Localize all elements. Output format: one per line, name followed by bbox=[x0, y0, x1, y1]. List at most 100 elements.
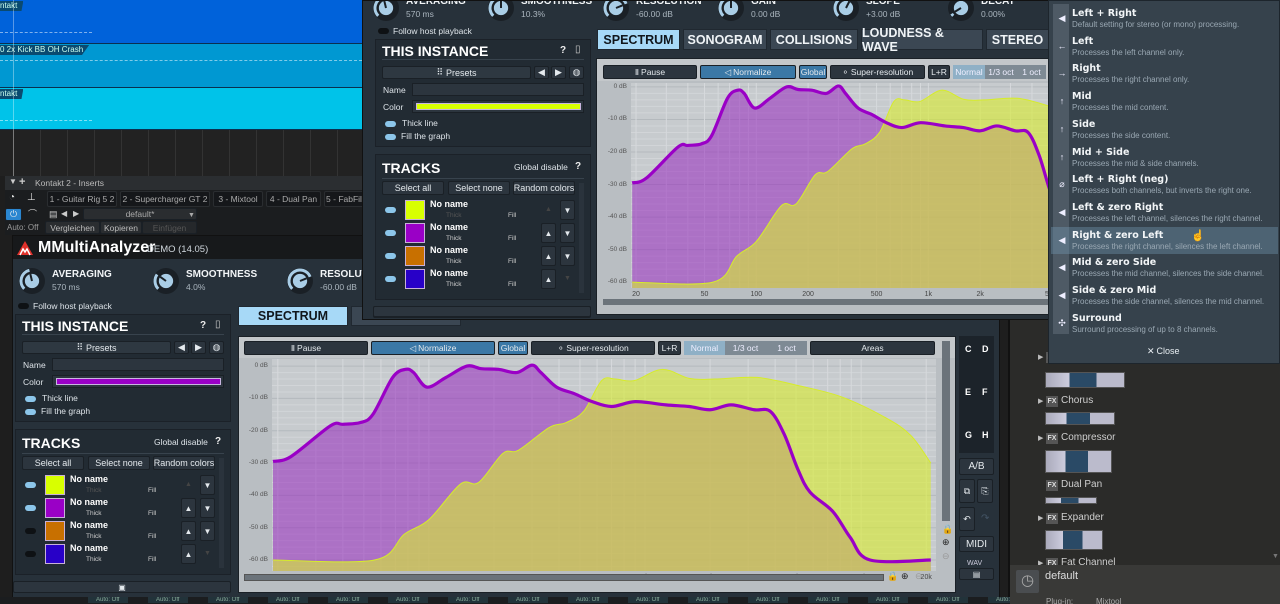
slot-c-button[interactable]: C bbox=[965, 345, 972, 354]
track-thick-button[interactable]: Thick bbox=[446, 281, 462, 289]
track-color-swatch[interactable] bbox=[45, 498, 65, 518]
knob[interactable] bbox=[601, 1, 631, 23]
slot-f-button[interactable]: F bbox=[982, 388, 988, 397]
menu-item[interactable]: → Right Processes the right channel only. bbox=[1051, 60, 1278, 87]
clip[interactable]: ntakt bbox=[0, 0, 362, 44]
menu-item[interactable]: ↑ Mid + Side Processes the mid & side chan… bbox=[1051, 144, 1278, 171]
clip[interactable]: 0 2x Kick BB OH Crash bbox=[0, 44, 362, 88]
automation-status[interactable]: Auto: Off bbox=[388, 597, 428, 603]
track-enable-toggle[interactable] bbox=[25, 482, 36, 488]
automation-status[interactable]: Auto: Off bbox=[748, 597, 788, 603]
knob[interactable] bbox=[946, 1, 976, 23]
plugin-thumbnail[interactable] bbox=[1045, 497, 1097, 504]
copy-settings-button[interactable]: ⧉ bbox=[959, 479, 975, 503]
move-down-button[interactable]: ▼ bbox=[560, 200, 575, 220]
tab-spectrum[interactable]: SPECTRUM bbox=[597, 29, 680, 50]
slot-h-button[interactable]: H bbox=[982, 431, 989, 440]
track-fill-button[interactable]: Fill bbox=[508, 258, 516, 266]
undo-button[interactable]: ↶ bbox=[959, 507, 975, 531]
track-name[interactable]: No name bbox=[430, 223, 468, 232]
mode-normal[interactable]: Normal bbox=[684, 341, 725, 355]
automation-status[interactable]: Auto: Off bbox=[268, 597, 308, 603]
collapse-side-button[interactable] bbox=[373, 306, 591, 317]
move-down-button[interactable]: ▼ bbox=[200, 498, 215, 518]
automation-status[interactable]: Auto: Off bbox=[628, 597, 668, 603]
pause-button[interactable]: Ⅱ Pause bbox=[244, 341, 368, 355]
track-enable-toggle[interactable] bbox=[25, 505, 36, 511]
thick-line-toggle[interactable] bbox=[385, 121, 396, 127]
menu-item[interactable]: ◀ Side & zero Mid Processes the side chann… bbox=[1051, 282, 1278, 309]
automation-status[interactable]: Auto: Off bbox=[328, 597, 368, 603]
menu-item[interactable]: ✣ Surround Surround processing of up to 8 … bbox=[1051, 310, 1278, 337]
track-enable-toggle[interactable] bbox=[385, 230, 396, 236]
move-up-button[interactable]: ▲ bbox=[181, 544, 196, 564]
prev-preset-button[interactable]: ◀ bbox=[534, 66, 549, 79]
horizontal-scrollbar[interactable] bbox=[244, 574, 884, 581]
browser-item[interactable]: ▶ FX Expander bbox=[1034, 512, 1274, 526]
collapse-panel-icon[interactable]: ▯ bbox=[215, 320, 221, 330]
scroll-down-icon[interactable]: ▼ bbox=[1272, 553, 1279, 560]
track-color-swatch[interactable] bbox=[405, 269, 425, 289]
knob[interactable] bbox=[285, 266, 315, 296]
automation-status[interactable]: Auto: Off bbox=[148, 597, 188, 603]
collapse-icon[interactable]: ▼ bbox=[9, 178, 17, 186]
super-resolution-button[interactable]: ⚬ Super-resolution bbox=[830, 65, 925, 79]
tracks-scrollbar[interactable] bbox=[579, 183, 584, 293]
super-resolution-button[interactable]: ⚬ Super-resolution bbox=[531, 341, 655, 355]
lr-button[interactable]: L+R bbox=[928, 65, 950, 79]
knob[interactable] bbox=[831, 1, 861, 23]
global-disable-button[interactable]: Global disable bbox=[514, 163, 568, 172]
automation-status[interactable]: Auto: Off bbox=[928, 597, 968, 603]
slot-d-button[interactable]: D bbox=[982, 345, 989, 354]
track-fill-button[interactable]: Fill bbox=[508, 235, 516, 243]
move-up-button[interactable]: ▲ bbox=[541, 223, 556, 243]
track-thick-button[interactable]: Thick bbox=[446, 258, 462, 266]
plugin-thumbnail[interactable] bbox=[1045, 530, 1103, 550]
track-name[interactable]: No name bbox=[70, 498, 108, 507]
preset-doc-icon[interactable]: ▤ bbox=[49, 210, 58, 219]
track-fill-button[interactable]: Fill bbox=[148, 556, 156, 564]
slot-g-button[interactable]: G bbox=[965, 431, 972, 440]
lock-icon[interactable]: 🔒 bbox=[942, 525, 953, 534]
tracks-scrollbar[interactable] bbox=[219, 458, 224, 568]
collapse-panel-icon[interactable]: ▯ bbox=[575, 45, 581, 55]
zoom-in-icon[interactable]: ⊕ bbox=[942, 538, 950, 547]
menu-item[interactable]: ↑ Mid Processes the mid content. bbox=[1051, 88, 1278, 115]
track-enable-toggle[interactable] bbox=[385, 207, 396, 213]
track-color-swatch[interactable] bbox=[45, 544, 65, 564]
pause-button[interactable]: Ⅱ Pause bbox=[603, 65, 697, 79]
prev-preset-button[interactable]: ◀ bbox=[174, 341, 189, 354]
move-up-button[interactable]: ▲ bbox=[541, 246, 556, 266]
zoom-out-icon[interactable]: ⊖ bbox=[942, 552, 950, 561]
automation-status[interactable]: Auto: Off bbox=[88, 597, 128, 603]
lr-button[interactable]: L+R bbox=[658, 341, 681, 355]
preset-dropdown[interactable]: default* ▼ bbox=[83, 208, 197, 220]
spectrum-plot[interactable] bbox=[631, 83, 1050, 288]
help-icon[interactable]: ? bbox=[575, 162, 581, 172]
track-name[interactable]: No name bbox=[70, 544, 108, 553]
horizontal-scrollbar[interactable] bbox=[603, 299, 1049, 305]
insert-tab[interactable]: 1 - Guitar Rig 5 2 bbox=[47, 191, 117, 207]
select-all-button[interactable]: Select all bbox=[382, 181, 444, 195]
track-thick-button[interactable]: Thick bbox=[446, 212, 462, 220]
normalize-button[interactable]: ◁ Normalize bbox=[371, 341, 495, 355]
track-thick-button[interactable]: Thick bbox=[86, 556, 102, 564]
track-color-swatch[interactable] bbox=[405, 223, 425, 243]
mode-octave[interactable]: 1 oct bbox=[1017, 65, 1046, 79]
slot-e-button[interactable]: E bbox=[965, 388, 971, 397]
move-down-button[interactable]: ▼ bbox=[560, 223, 575, 243]
automation-status[interactable]: Auto: Off bbox=[7, 224, 38, 232]
help-icon[interactable]: ? bbox=[560, 46, 566, 56]
browser-item[interactable]: FX Dual Pan bbox=[1034, 479, 1274, 493]
compare-button[interactable]: Vergleichen bbox=[45, 221, 100, 234]
color-field[interactable] bbox=[412, 100, 584, 113]
track-color-swatch[interactable] bbox=[405, 246, 425, 266]
follow-toggle[interactable] bbox=[18, 303, 29, 309]
clip[interactable]: ntakt bbox=[0, 88, 362, 130]
next-preset-button[interactable]: ▶ bbox=[551, 66, 566, 79]
plugin-thumbnail[interactable] bbox=[1045, 450, 1112, 473]
knob-icon[interactable]: ◔ bbox=[9, 193, 15, 203]
paste-button[interactable]: Einfügen bbox=[142, 221, 197, 234]
collapse-side-button[interactable]: ▣ bbox=[13, 581, 231, 593]
track-fill-button[interactable]: Fill bbox=[148, 487, 156, 495]
